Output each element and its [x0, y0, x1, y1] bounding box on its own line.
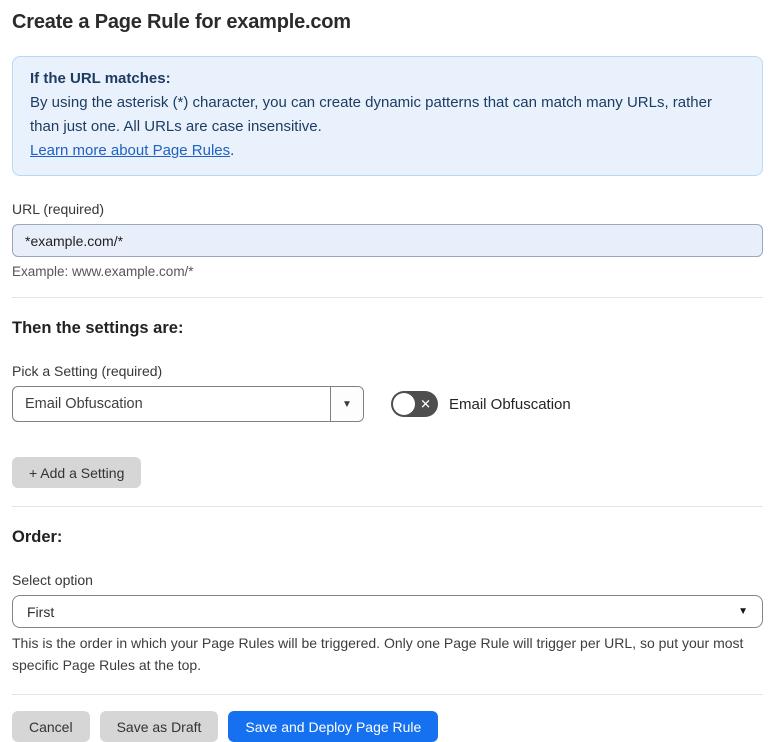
- order-select[interactable]: First ▼: [12, 595, 763, 628]
- info-box-heading: If the URL matches:: [30, 70, 171, 87]
- footer-actions: Cancel Save as Draft Save and Deploy Pag…: [12, 711, 763, 742]
- url-field-label: URL (required): [12, 201, 105, 217]
- setting-dropdown-value: Email Obfuscation: [25, 396, 143, 412]
- setting-dropdown-arrow-button[interactable]: ▼: [330, 387, 363, 421]
- chevron-down-icon: ▼: [738, 606, 748, 617]
- url-match-info-box: If the URL matches: By using the asteris…: [12, 56, 763, 176]
- toggle-knob: [393, 393, 415, 415]
- save-draft-button[interactable]: Save as Draft: [99, 711, 219, 742]
- info-box-link-line: Learn more about Page Rules.: [30, 139, 745, 163]
- info-box-body: By using the asterisk (*) character, you…: [30, 94, 712, 135]
- email-obfuscation-toggle[interactable]: ✕: [391, 391, 438, 417]
- toggle-off-x-icon: ✕: [420, 396, 431, 412]
- divider: [12, 506, 763, 507]
- add-setting-wrap: + Add a Setting: [12, 457, 763, 488]
- link-suffix: .: [230, 142, 235, 159]
- url-input[interactable]: [12, 224, 763, 257]
- cancel-button[interactable]: Cancel: [12, 711, 90, 742]
- chevron-down-icon: ▼: [342, 398, 352, 410]
- pick-setting-label: Pick a Setting (required): [12, 363, 163, 379]
- add-setting-button[interactable]: + Add a Setting: [12, 457, 142, 488]
- page-title: Create a Page Rule for example.com: [12, 11, 351, 33]
- order-section-heading: Order:: [12, 528, 63, 546]
- toggle-label: Email Obfuscation: [449, 395, 571, 413]
- url-example-hint: Example: www.example.com/*: [12, 264, 194, 279]
- divider: [12, 694, 763, 695]
- settings-section-heading: Then the settings are:: [12, 319, 184, 337]
- divider: [12, 297, 763, 298]
- order-description: This is the order in which your Page Rul…: [12, 635, 744, 673]
- setting-row: Email Obfuscation ▼ ✕ Email Obfuscation: [12, 386, 763, 422]
- order-select-label: Select option: [12, 572, 93, 588]
- create-page-rule-form: Create a Page Rule for example.com If th…: [0, 0, 775, 742]
- save-deploy-button[interactable]: Save and Deploy Page Rule: [228, 711, 439, 742]
- learn-more-link[interactable]: Learn more about Page Rules: [30, 142, 230, 159]
- order-select-value: First: [27, 603, 55, 620]
- setting-dropdown[interactable]: Email Obfuscation ▼: [12, 386, 364, 422]
